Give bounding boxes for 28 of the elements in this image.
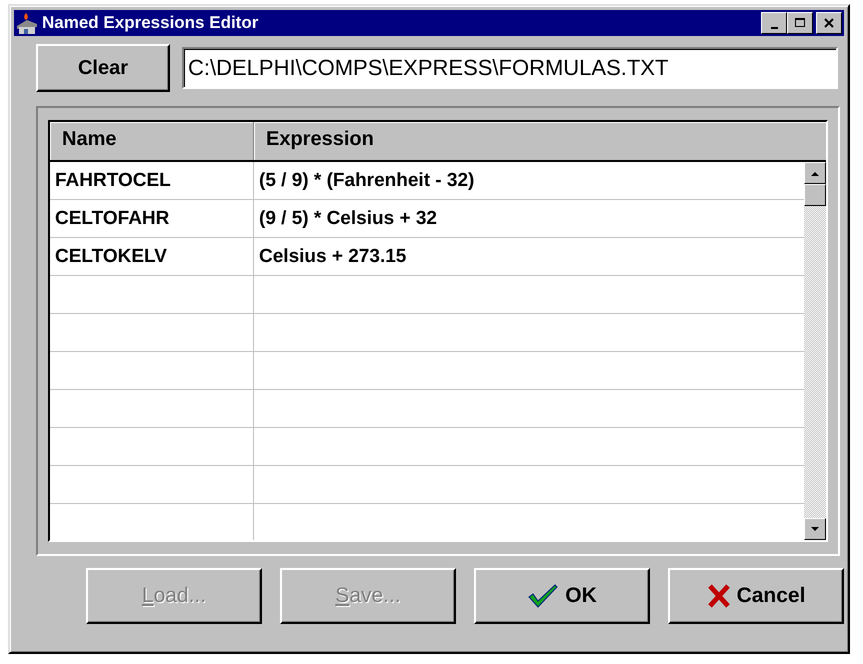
up-arrow-icon bbox=[809, 169, 821, 177]
file-path-field[interactable]: C:\DELPHI\COMPS\EXPRESS\FORMULAS.TXT bbox=[182, 47, 838, 89]
maximize-button[interactable] bbox=[787, 12, 813, 34]
maximize-icon bbox=[793, 16, 807, 30]
down-arrow-icon bbox=[809, 525, 821, 533]
minimize-button[interactable] bbox=[761, 12, 787, 34]
scroll-thumb[interactable] bbox=[804, 184, 826, 206]
table-cell: Celsius + 273.15 bbox=[254, 238, 804, 276]
scroll-down-button[interactable] bbox=[804, 518, 826, 540]
window-title: Named Expressions Editor bbox=[42, 13, 260, 33]
cancel-button[interactable]: Cancel bbox=[668, 568, 844, 624]
table-cell: (9 / 5) * Celsius + 32 bbox=[254, 200, 804, 238]
column-header: Expression bbox=[254, 122, 826, 160]
table-cell: FAHRTOCEL bbox=[50, 162, 254, 200]
house-icon bbox=[16, 11, 38, 35]
table-cell: CELTOKELV bbox=[50, 238, 254, 276]
scroll-up-button[interactable] bbox=[804, 162, 826, 184]
x-mark-icon bbox=[706, 583, 731, 609]
ok-button[interactable]: OK bbox=[474, 568, 650, 624]
close-icon bbox=[822, 16, 836, 30]
table-cell: CELTOFAHR bbox=[50, 200, 254, 238]
minimize-icon bbox=[770, 27, 778, 29]
scrollbar[interactable] bbox=[804, 162, 826, 540]
checkmark-icon bbox=[527, 583, 560, 609]
clear-button[interactable]: Clear bbox=[36, 44, 170, 92]
column-header: Name bbox=[50, 122, 254, 160]
table-cell: (5 / 9) * (Fahrenheit - 32) bbox=[254, 162, 804, 200]
close-button[interactable] bbox=[816, 12, 842, 34]
